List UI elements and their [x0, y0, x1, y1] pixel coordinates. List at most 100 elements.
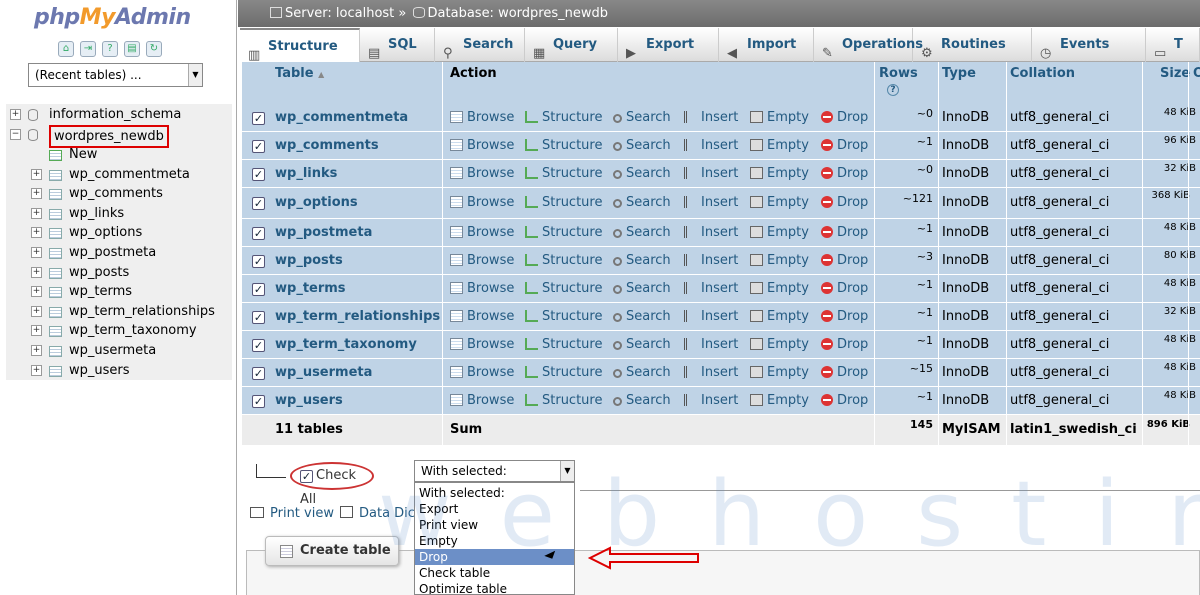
- tree-item[interactable]: + wp_term_taxonomy: [6, 321, 232, 340]
- insert-action[interactable]: Insert: [684, 337, 738, 352]
- dropdown-option[interactable]: Print view: [415, 517, 574, 533]
- tree-item[interactable]: + wp_commentmeta: [6, 165, 232, 184]
- structure-action[interactable]: Structure: [525, 225, 602, 240]
- empty-action[interactable]: Empty: [750, 166, 809, 181]
- expand-icon[interactable]: +: [31, 305, 42, 317]
- search-action[interactable]: Search: [613, 110, 671, 125]
- insert-action[interactable]: Insert: [684, 253, 738, 268]
- header-size[interactable]: Size: [1160, 66, 1190, 81]
- search-action[interactable]: Search: [613, 225, 671, 240]
- browse-action[interactable]: Browse: [450, 195, 514, 210]
- table-name-link[interactable]: wp_comments: [275, 138, 379, 153]
- tab-routines[interactable]: ⚙ Routines: [913, 28, 1032, 62]
- table-name-link[interactable]: wp_postmeta: [275, 225, 372, 240]
- table-name-link[interactable]: wp_usermeta: [275, 365, 372, 380]
- empty-action[interactable]: Empty: [750, 110, 809, 125]
- header-rows[interactable]: Rows: [879, 66, 918, 81]
- recent-tables-select[interactable]: (Recent tables) ... ▼: [28, 63, 203, 87]
- browse-action[interactable]: Browse: [450, 110, 514, 125]
- row-checkbox[interactable]: ✓: [252, 339, 265, 352]
- header-collation[interactable]: Collation: [1010, 66, 1075, 81]
- chevron-down-icon[interactable]: ▼: [560, 461, 574, 481]
- search-action[interactable]: Search: [613, 365, 671, 380]
- row-checkbox[interactable]: ✓: [252, 395, 265, 408]
- structure-action[interactable]: Structure: [525, 337, 602, 352]
- breadcrumb-server[interactable]: Server: localhost: [285, 6, 394, 21]
- row-checkbox[interactable]: ✓: [252, 197, 265, 210]
- empty-action[interactable]: Empty: [750, 253, 809, 268]
- tree-item[interactable]: + wp_postmeta: [6, 243, 232, 262]
- help-icon[interactable]: ?: [887, 84, 899, 96]
- expand-icon[interactable]: +: [31, 247, 42, 258]
- tree-item[interactable]: + information_schema: [6, 105, 232, 124]
- browse-action[interactable]: Browse: [450, 337, 514, 352]
- tab-operations[interactable]: ✎ Operations: [814, 28, 923, 62]
- insert-action[interactable]: Insert: [684, 225, 738, 240]
- browse-action[interactable]: Browse: [450, 253, 514, 268]
- structure-action[interactable]: Structure: [525, 365, 602, 380]
- expand-icon[interactable]: +: [31, 188, 42, 200]
- dropdown-option[interactable]: Export: [415, 501, 574, 517]
- structure-action[interactable]: Structure: [525, 253, 602, 268]
- insert-action[interactable]: Insert: [684, 281, 738, 296]
- dropdown-option[interactable]: Optimize table: [415, 581, 574, 594]
- help-icon[interactable]: ?: [102, 41, 118, 57]
- expand-icon[interactable]: +: [31, 345, 42, 356]
- structure-action[interactable]: Structure: [525, 166, 602, 181]
- row-checkbox[interactable]: ✓: [252, 112, 265, 125]
- tab-import[interactable]: ◀ Import: [719, 28, 814, 62]
- browse-action[interactable]: Browse: [450, 281, 514, 296]
- header-overhead[interactable]: O: [1193, 66, 1200, 81]
- checkbox-checked-icon[interactable]: ✓: [300, 470, 313, 483]
- structure-action[interactable]: Structure: [525, 393, 602, 408]
- home-icon[interactable]: ⌂: [58, 41, 74, 57]
- tree-item[interactable]: + wp_term_relationships: [6, 302, 232, 321]
- tab-structure[interactable]: ▥ Structure: [240, 28, 360, 63]
- tab-query[interactable]: ▦ Query: [525, 28, 618, 62]
- breadcrumb-database[interactable]: Database: wordpres_newdb: [428, 6, 608, 21]
- check-all-checkbox[interactable]: ✓ Check All: [290, 462, 374, 507]
- empty-action[interactable]: Empty: [750, 365, 809, 380]
- insert-action[interactable]: Insert: [684, 309, 738, 324]
- tree-item[interactable]: + wp_comments: [6, 184, 232, 203]
- tree-item[interactable]: + wp_usermeta: [6, 341, 232, 360]
- expand-icon[interactable]: +: [10, 109, 21, 120]
- empty-action[interactable]: Empty: [750, 138, 809, 153]
- phpmyadmin-logo[interactable]: phpMyAdmin: [34, 5, 191, 30]
- tab-t[interactable]: ▭ T: [1146, 28, 1200, 62]
- empty-action[interactable]: Empty: [750, 195, 809, 210]
- structure-action[interactable]: Structure: [525, 110, 602, 125]
- row-checkbox[interactable]: ✓: [252, 227, 265, 240]
- search-action[interactable]: Search: [613, 253, 671, 268]
- structure-action[interactable]: Structure: [525, 195, 602, 210]
- docs-icon[interactable]: ▤: [124, 41, 140, 57]
- logout-icon[interactable]: ⇥: [80, 41, 96, 57]
- expand-icon[interactable]: +: [31, 266, 42, 278]
- dropdown-option[interactable]: Empty: [415, 533, 574, 549]
- browse-action[interactable]: Browse: [450, 166, 514, 181]
- data-dictionary-link[interactable]: Data Dic: [340, 506, 415, 521]
- header-type[interactable]: Type: [942, 66, 976, 81]
- dropdown-option[interactable]: Check table: [415, 565, 574, 581]
- search-action[interactable]: Search: [613, 166, 671, 181]
- expand-icon[interactable]: +: [31, 168, 42, 180]
- structure-action[interactable]: Structure: [525, 281, 602, 296]
- table-name-link[interactable]: wp_links: [275, 166, 337, 181]
- empty-action[interactable]: Empty: [750, 225, 809, 240]
- dropdown-option[interactable]: With selected:: [415, 485, 574, 501]
- expand-icon[interactable]: +: [31, 227, 42, 239]
- browse-action[interactable]: Browse: [450, 393, 514, 408]
- browse-action[interactable]: Browse: [450, 138, 514, 153]
- tree-item[interactable]: + wp_links: [6, 204, 232, 223]
- tab-events[interactable]: ◷ Events: [1032, 28, 1146, 62]
- table-name-link[interactable]: wp_commentmeta: [275, 110, 408, 125]
- insert-action[interactable]: Insert: [684, 393, 738, 408]
- create-table-button[interactable]: Create table: [265, 536, 399, 566]
- tree-item[interactable]: New: [6, 145, 232, 164]
- search-action[interactable]: Search: [613, 337, 671, 352]
- insert-action[interactable]: Insert: [684, 365, 738, 380]
- tree-item[interactable]: + wp_options: [6, 223, 232, 242]
- table-name-link[interactable]: wp_options: [275, 195, 358, 210]
- with-selected-select[interactable]: With selected: ▼: [414, 460, 575, 482]
- row-checkbox[interactable]: ✓: [252, 168, 265, 181]
